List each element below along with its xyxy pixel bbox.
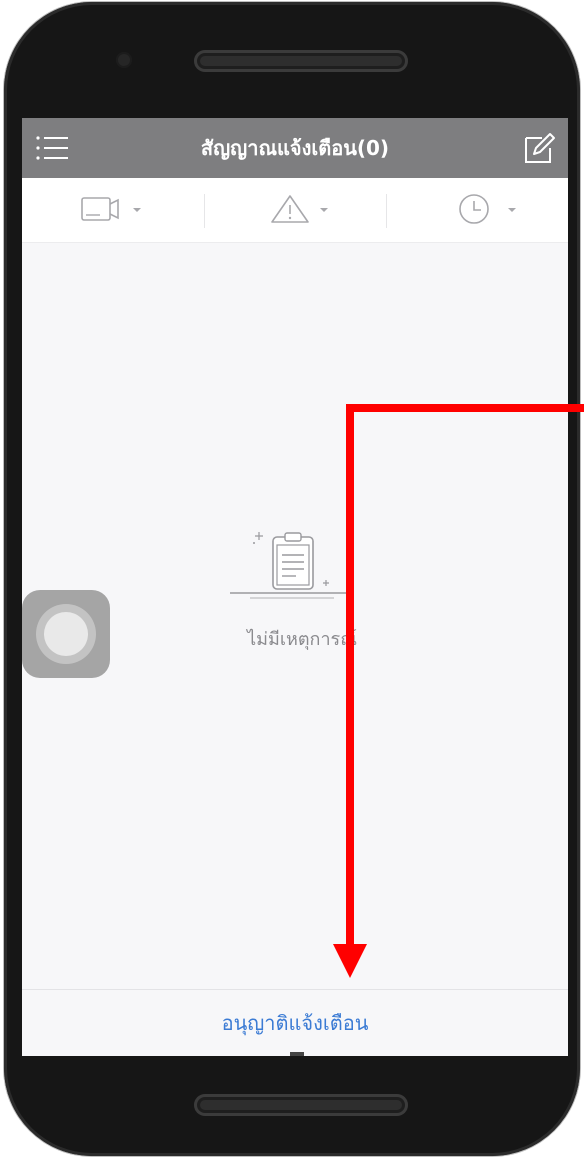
chevron-down-icon <box>320 208 328 212</box>
bottom-speaker <box>194 1094 408 1116</box>
camera-icon <box>81 197 119 221</box>
allow-notifications-button[interactable]: อนุญาติแจ้งเตือน <box>22 990 568 1056</box>
clock-icon <box>459 194 489 224</box>
home-indicator <box>290 1052 304 1056</box>
alert-type-filter-dropdown[interactable] <box>204 178 386 242</box>
hamburger-menu-icon[interactable] <box>32 130 72 166</box>
chevron-down-icon <box>133 208 141 212</box>
app-screen: สัญญาณแจ้งเตือน(0) ไม่มีเหตุการณ์ อนุญาต… <box>22 118 568 1056</box>
edit-pencil-icon[interactable] <box>520 130 558 166</box>
clipboard-icon <box>230 528 368 612</box>
warning-triangle-icon <box>271 195 309 223</box>
empty-state-message: ไม่มีเหตุการณ์ <box>247 629 357 650</box>
chevron-down-icon <box>508 208 516 212</box>
page-title: สัญญาณแจ้งเตือน(0) <box>200 136 390 160</box>
camera-filter-dropdown[interactable] <box>22 178 204 242</box>
assistive-touch-button[interactable] <box>22 590 110 678</box>
time-filter-dropdown[interactable] <box>386 178 568 242</box>
front-camera <box>116 52 132 68</box>
header-bar: สัญญาณแจ้งเตือน(0) <box>22 118 568 178</box>
filter-bar <box>22 178 568 243</box>
top-speaker <box>194 50 408 72</box>
assistive-touch-center <box>44 612 88 656</box>
bottom-bar: อนุญาติแจ้งเตือน <box>22 989 568 1056</box>
